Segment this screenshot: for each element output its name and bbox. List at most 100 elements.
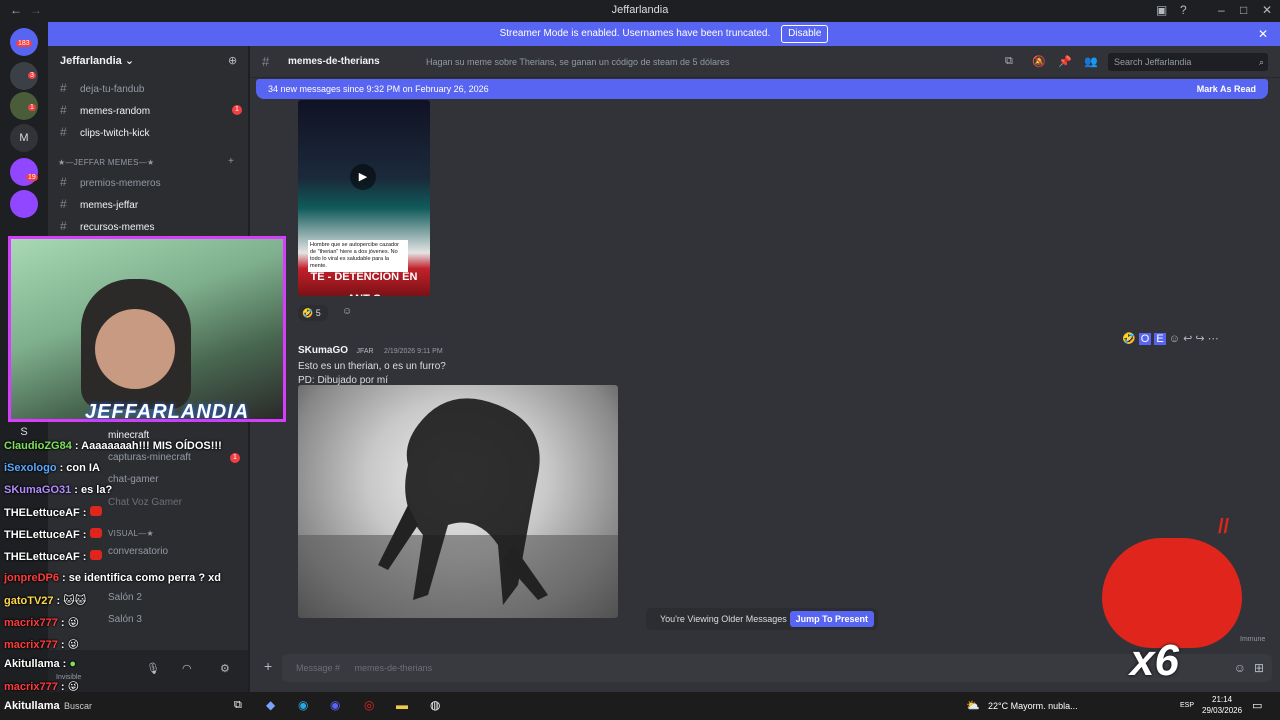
channel-item[interactable]: # memes-jeffar — [60, 194, 250, 214]
image-attachment[interactable] — [298, 385, 618, 618]
copilot-icon[interactable]: ◆ — [266, 698, 275, 712]
hash-icon: # — [60, 219, 67, 233]
edge-browser-icon[interactable]: ◉ — [298, 698, 308, 712]
video-attachment[interactable]: ▶ Hombre que se autopercibe cazador de "… — [298, 100, 430, 296]
server-icon-m[interactable]: M — [10, 124, 38, 152]
opera-icon[interactable]: ◎ — [364, 698, 374, 712]
channel-item[interactable]: # clips-twitch-kick — [60, 122, 250, 142]
weather-text[interactable]: 22°C Mayorm. nubla... — [988, 701, 1078, 711]
channel-item[interactable]: # premios-memeros — [60, 172, 250, 192]
reaction-pill[interactable]: 🤣 5 — [298, 305, 328, 321]
server-badge: 1 — [28, 104, 36, 111]
add-channel-icon[interactable]: + — [228, 156, 234, 167]
chat-username: THELettuceAF — [4, 529, 80, 541]
task-view-icon[interactable]: ⧉ — [234, 699, 242, 712]
weather-icon: ⛅ — [966, 700, 980, 712]
reaction-e-icon[interactable]: E — [1154, 333, 1166, 345]
chat-message: Akitullama: ● — [4, 658, 77, 670]
notification-bell-icon[interactable]: 🔕 — [1032, 55, 1046, 68]
clock-date[interactable]: 29/03/2026 — [1202, 706, 1242, 715]
channel-label: memes-random — [80, 106, 151, 117]
cat-emote-icon — [89, 506, 102, 516]
twitch-server-icon[interactable] — [10, 190, 38, 218]
twitch-server-icon[interactable] — [10, 158, 38, 186]
channel-label: clips-twitch-kick — [80, 128, 150, 139]
add-reaction-icon[interactable]: ☺ — [342, 306, 352, 317]
unread-badge: 1 — [232, 105, 242, 115]
channel-title: memes-de-therians — [288, 56, 380, 67]
disable-streamer-button[interactable]: Disable — [781, 25, 829, 43]
pin-icon[interactable]: 📌 — [1058, 55, 1072, 68]
hash-icon: # — [60, 125, 67, 139]
discord-taskbar-icon[interactable]: ◉ — [330, 698, 340, 712]
channel-label: deja-tu-fandub — [80, 84, 145, 95]
message-author[interactable]: SKumaGO — [298, 345, 348, 356]
chat-message: macrix777: 😜 — [4, 617, 80, 629]
hash-icon: # — [60, 103, 67, 117]
new-messages-bar[interactable]: 34 new messages since 9:32 PM on Februar… — [256, 79, 1268, 99]
message-timestamp: 2/19/2026 9:11 PM — [384, 348, 443, 355]
stream-chat-overlay: ClaudioZG84: Aaaaaaaah!!! MIS OÍDOS!!! i… — [0, 436, 280, 693]
channel-topic[interactable]: Hagan su meme sobre Therians, se ganan u… — [426, 57, 730, 67]
help-icon[interactable]: ? — [1180, 3, 1187, 17]
close-icon[interactable]: ✕ — [1258, 22, 1268, 46]
play-icon[interactable]: ▶ — [350, 164, 376, 190]
composer-channel: memes-de-therians — [354, 663, 433, 673]
chat-message: THELettuceAF: — [4, 506, 102, 519]
message: SKumaGO JFAR 2/19/2026 9:11 PM Esto es u… — [298, 340, 446, 386]
category-header[interactable]: ★—JEFFAR MEMES—★ — [58, 158, 154, 167]
more-options-icon[interactable]: ⋯ — [1208, 333, 1219, 345]
threads-icon[interactable]: ⧉ — [1005, 55, 1013, 68]
server-badge: 3 — [28, 72, 36, 79]
mention-count-badge: 183 — [16, 40, 32, 47]
news-banner: TE - DETENCIÓN EN ANT C — [310, 271, 418, 296]
hash-icon: # — [60, 175, 67, 189]
clock-time[interactable]: 21:14 — [1212, 695, 1232, 704]
close-window-button[interactable]: ✕ — [1262, 3, 1272, 17]
chat-message: SKumaGO31: es la? — [4, 484, 113, 496]
language-indicator[interactable]: ESP — [1180, 702, 1194, 709]
server-badge: 19 — [26, 174, 38, 181]
emote-icon: 🐱🐱 — [63, 595, 87, 607]
inbox-icon[interactable]: ▣ — [1156, 3, 1167, 17]
chat-username: macrix777 — [4, 639, 58, 651]
channel-item[interactable]: # recursos-memes — [60, 216, 250, 236]
maximize-button[interactable]: □ — [1240, 3, 1247, 17]
chat-message: iSexologo: con IA — [4, 462, 100, 474]
reaction-o-icon[interactable]: O — [1138, 333, 1152, 345]
cat-combo-overlay: // x6 — [1100, 516, 1246, 694]
chat-text: se identifica como perra ? xd — [68, 572, 221, 584]
mark-as-read-button[interactable]: Mark As Read — [1197, 79, 1256, 99]
composer-placeholder: Message # — [296, 663, 341, 673]
laughing-emoji-icon: 🤣 — [302, 308, 314, 318]
older-messages-text: You're Viewing Older Messages — [660, 614, 787, 624]
chat-username: THELettuceAF — [4, 507, 80, 519]
file-explorer-icon[interactable]: ▬ — [396, 698, 408, 712]
streamer-mode-text: Streamer Mode is enabled. Usernames have… — [499, 28, 771, 39]
webcam-overlay: JEFFARLANDIA — [8, 236, 286, 423]
apps-icon[interactable]: ⊞ — [1254, 654, 1264, 682]
member-list-icon[interactable]: 👥 — [1084, 55, 1098, 68]
chat-username: jonpreDP6 — [4, 572, 60, 584]
add-friend-icon[interactable]: ⊕ — [228, 54, 237, 67]
jump-to-present-button[interactable]: Jump To Present — [789, 611, 874, 627]
taskbar-search[interactable]: Buscar — [64, 701, 92, 711]
search-input[interactable]: Search Jeffarlandia ⌕ — [1108, 53, 1268, 71]
chat-username: gatoTV27 — [4, 595, 54, 607]
add-reaction-icon[interactable]: ☺ — [1169, 333, 1180, 345]
chat-message: macrix777: 😜 — [4, 639, 80, 651]
chat-message: gatoTV27: 🐱🐱 — [4, 595, 87, 607]
channel-item[interactable]: # memes-random 1 — [60, 100, 250, 120]
obs-icon[interactable]: ◍ — [430, 698, 440, 712]
search-icon: ⌕ — [1258, 57, 1264, 67]
notification-icon[interactable]: ▭ — [1252, 699, 1262, 712]
emoji-react-icon[interactable]: 🤣 — [1122, 333, 1136, 345]
chat-username: iSexologo — [4, 462, 57, 474]
forward-icon[interactable]: ↪ — [1195, 333, 1204, 345]
minimize-button[interactable]: – — [1218, 3, 1225, 17]
server-name[interactable]: Jeffarlandia ⌄ — [60, 54, 134, 67]
emote-icon: 😜 — [67, 617, 80, 629]
reply-icon[interactable]: ↩ — [1183, 333, 1192, 345]
channel-item[interactable]: # deja-tu-fandub — [60, 78, 250, 98]
channel-header: # memes-de-therians Hagan su meme sobre … — [250, 46, 1280, 78]
